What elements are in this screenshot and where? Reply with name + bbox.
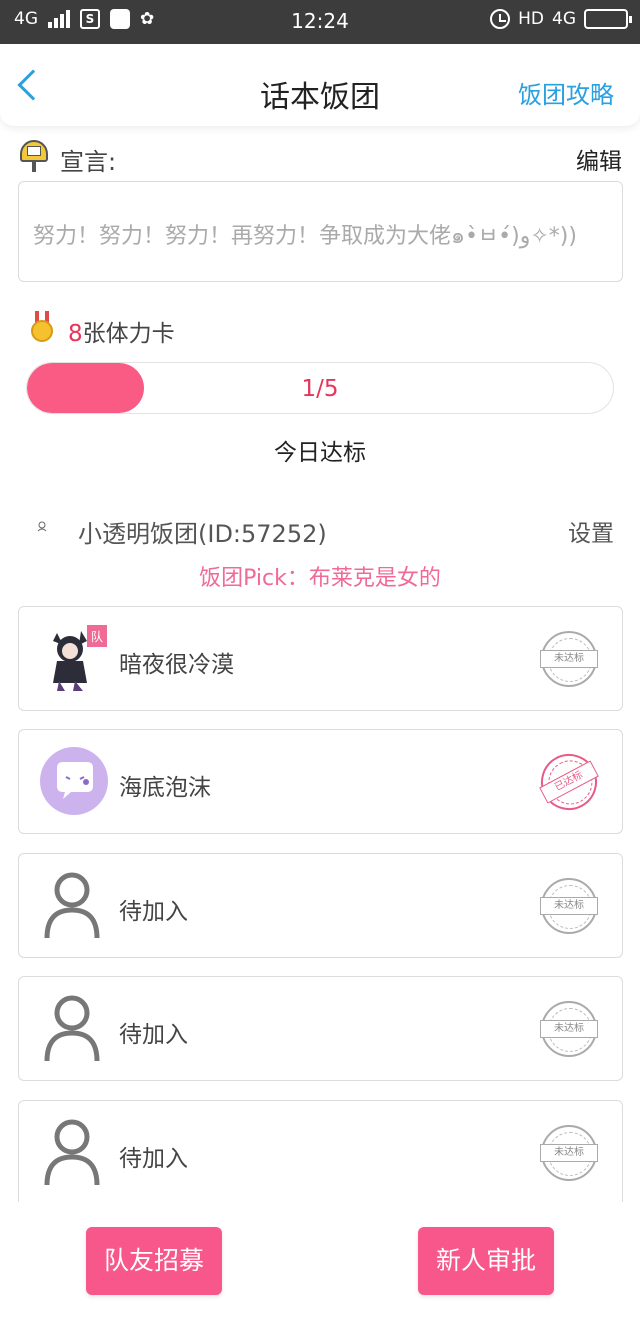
nav-header: 话本饭团 饭团攻略	[0, 44, 640, 126]
member-name: 暗夜很冷漠	[119, 652, 234, 678]
group-name: 小透明饭团(ID:57252)	[78, 520, 327, 548]
status-bar: 4G S ✿ 12:24 HD 4G	[0, 0, 640, 44]
declaration-text: 努力！努力！努力！再努力！争取成为大佬๑•̀ㅂ•́)و✧*))	[33, 224, 577, 249]
edit-button[interactable]: 编辑	[576, 142, 622, 176]
stamp-text: 已达标	[539, 760, 599, 804]
hd-label: HD	[518, 9, 544, 29]
not-met-stamp-icon: 未达标	[540, 631, 598, 687]
person-placeholder-icon	[44, 1119, 100, 1186]
met-stamp-icon: 已达标	[531, 744, 607, 820]
member-card[interactable]: 海底泡沫 已达标	[18, 729, 623, 834]
person-placeholder-icon	[44, 995, 100, 1062]
member-name: 待加入	[119, 1022, 188, 1048]
stamina-label: 张体力卡	[82, 321, 175, 347]
anime-character-avatar-icon: 队	[53, 625, 107, 691]
member-name: 海底泡沫	[119, 775, 211, 801]
stamina-cards: 8张体力卡	[68, 314, 175, 348]
member-card[interactable]: 待加入 未达标	[18, 976, 623, 1081]
guide-link[interactable]: 饭团攻略	[518, 75, 614, 110]
stamp-text: 未达标	[540, 650, 598, 668]
chat-bubble-avatar-icon	[40, 747, 108, 815]
settings-button[interactable]: 设置	[568, 514, 614, 548]
member-name: 待加入	[119, 899, 188, 925]
member-name: 待加入	[119, 1146, 188, 1172]
group-pick: 饭团Pick：布莱克是女的	[199, 566, 441, 591]
member-card[interactable]: 待加入 未达标	[18, 1100, 623, 1202]
network-label-right: 4G	[552, 9, 576, 29]
approve-button[interactable]: 新人审批	[418, 1227, 554, 1295]
today-status: 今日达标	[274, 440, 366, 466]
progress-text: 1/5	[301, 376, 339, 402]
alarm-icon	[490, 9, 511, 29]
stamp-text: 未达标	[540, 897, 598, 915]
not-met-stamp-icon: 未达标	[540, 878, 598, 934]
member-card[interactable]: 队 暗夜很冷漠 未达标	[18, 606, 623, 711]
progress-bar: 1/5	[26, 362, 614, 414]
group-icon	[37, 521, 47, 532]
not-met-stamp-icon: 未达标	[540, 1125, 598, 1181]
recruit-button[interactable]: 队友招募	[86, 1227, 222, 1295]
battery-icon	[584, 9, 632, 29]
declaration-header: 宣言: 编辑	[18, 140, 622, 176]
status-right: HD 4G	[490, 9, 632, 29]
person-placeholder-icon	[44, 872, 100, 939]
declaration-label: 宣言:	[60, 148, 117, 176]
mailbox-icon	[20, 140, 48, 174]
not-met-stamp-icon: 未达标	[540, 1001, 598, 1057]
stamina-count: 8	[68, 321, 83, 347]
member-card[interactable]: 待加入 未达标	[18, 853, 623, 958]
declaration-box: 努力！努力！努力！再努力！争取成为大佬๑•̀ㅂ•́)و✧*))	[18, 181, 623, 282]
medal-icon	[30, 311, 54, 343]
leader-badge: 队	[91, 629, 103, 644]
stamp-text: 未达标	[540, 1020, 598, 1038]
stamp-text: 未达标	[540, 1144, 598, 1162]
